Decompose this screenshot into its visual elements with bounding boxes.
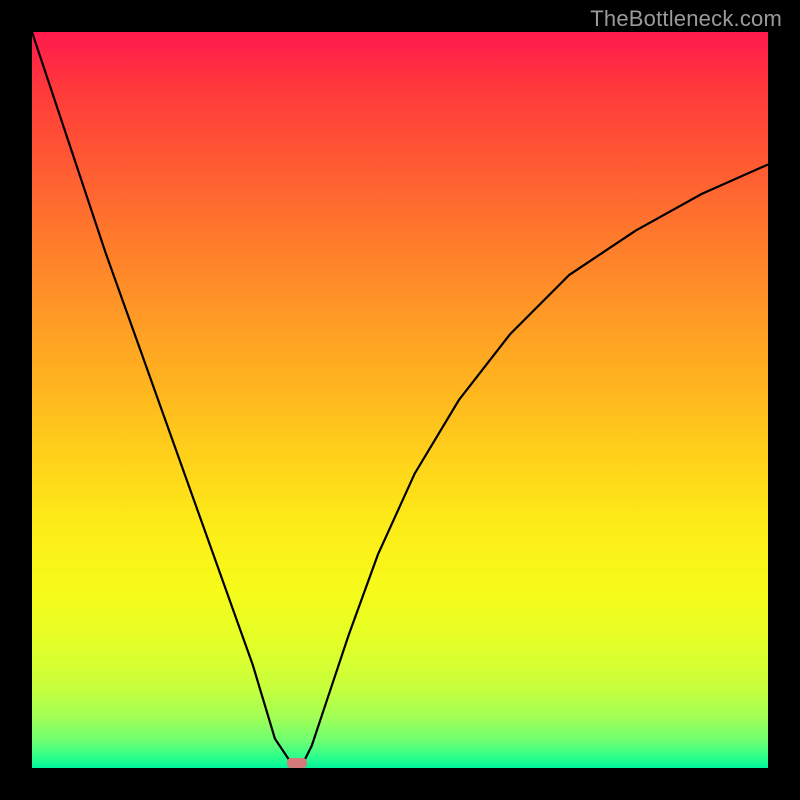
watermark-text: TheBottleneck.com xyxy=(590,6,782,32)
bottleneck-curve xyxy=(32,32,768,768)
plot-area xyxy=(32,32,768,768)
minimum-marker xyxy=(287,758,307,768)
chart-frame: TheBottleneck.com xyxy=(0,0,800,800)
curve-svg xyxy=(32,32,768,768)
